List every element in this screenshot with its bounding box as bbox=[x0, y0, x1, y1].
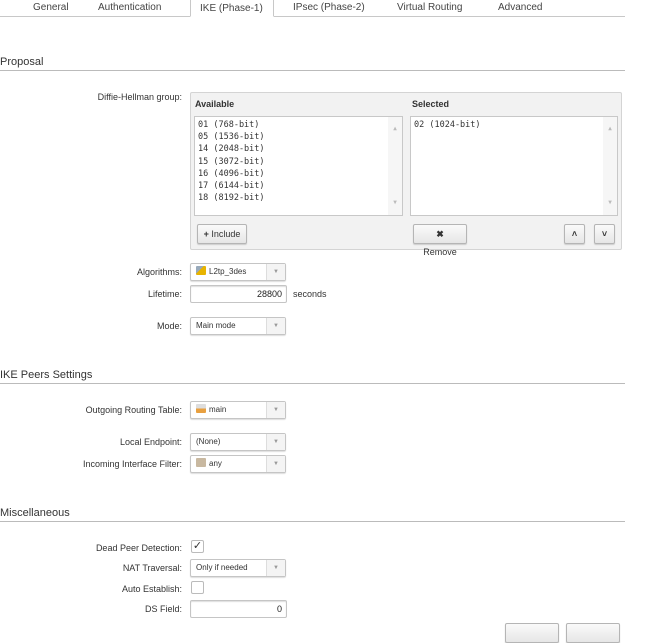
dh-option[interactable]: 01 (768-bit) bbox=[198, 119, 399, 131]
dh-option[interactable]: 15 (3072-bit) bbox=[198, 156, 399, 168]
local-endpoint-label: Local Endpoint: bbox=[119, 437, 182, 447]
tab-bar: General Authentication IKE (Phase-1) IPs… bbox=[0, 0, 625, 17]
algorithms-value: L2tp_3des bbox=[209, 267, 247, 276]
ds-field-input[interactable]: 0 bbox=[190, 600, 287, 618]
mode-label: Mode: bbox=[156, 321, 182, 331]
chevron-down-icon: ▼ bbox=[266, 264, 285, 280]
dpd-label: Dead Peer Detection: bbox=[95, 543, 182, 553]
dpd-checkbox[interactable]: ✓ bbox=[191, 540, 204, 553]
dh-option[interactable]: 02 (1024-bit) bbox=[414, 119, 614, 131]
remove-label: Remove bbox=[423, 247, 457, 257]
selected-scrollbar[interactable]: ▲ ▼ bbox=[603, 117, 617, 215]
dh-option[interactable]: 17 (6144-bit) bbox=[198, 180, 399, 192]
tab-ipsec-phase-2[interactable]: IPsec (Phase-2) bbox=[293, 2, 365, 14]
dh-option[interactable]: 18 (8192-bit) bbox=[198, 192, 399, 204]
selected-header: Selected bbox=[412, 99, 450, 109]
chevron-up-icon: ˄ bbox=[571, 229, 578, 239]
include-button[interactable]: + Include bbox=[197, 224, 247, 244]
auto-establish-checkbox[interactable] bbox=[191, 581, 204, 594]
mode-value: Main mode bbox=[196, 321, 236, 330]
chevron-down-icon: ▼ bbox=[266, 434, 285, 450]
remove-button[interactable]: ✖ Remove bbox=[413, 224, 467, 257]
lifetime-input[interactable]: 28800 bbox=[190, 285, 287, 303]
include-label: Include bbox=[211, 229, 241, 239]
chevron-down-icon: ▼ bbox=[266, 560, 285, 576]
dh-group-label: Diffie-Hellman group: bbox=[97, 92, 182, 102]
routing-table-label: Outgoing Routing Table: bbox=[85, 405, 182, 415]
section-ike-peers-title: IKE Peers Settings bbox=[0, 369, 625, 384]
dh-option[interactable]: 14 (2048-bit) bbox=[198, 143, 399, 155]
x-icon: ✖ bbox=[436, 229, 444, 239]
footer-button-2[interactable] bbox=[566, 623, 620, 643]
checkmark-icon: ✓ bbox=[192, 540, 203, 552]
interface-icon bbox=[196, 458, 206, 467]
chevron-down-icon: ▼ bbox=[266, 318, 285, 334]
chevron-down-icon: ▼ bbox=[266, 402, 285, 418]
tab-virtual-routing[interactable]: Virtual Routing bbox=[397, 2, 462, 14]
routing-table-select[interactable]: main ▼ bbox=[190, 401, 286, 419]
local-endpoint-select[interactable]: (None) ▼ bbox=[190, 433, 286, 451]
available-list[interactable]: 01 (768-bit) 05 (1536-bit) 14 (2048-bit) 15… bbox=[194, 116, 403, 216]
interface-filter-label: Incoming Interface Filter: bbox=[82, 459, 182, 469]
lifetime-label: Lifetime: bbox=[147, 289, 182, 299]
nat-traversal-label: NAT Traversal: bbox=[122, 563, 182, 573]
algorithms-label: Algorithms: bbox=[136, 267, 182, 277]
local-endpoint-value: (None) bbox=[196, 437, 221, 446]
chevron-down-icon: ˅ bbox=[601, 229, 608, 239]
available-header: Available bbox=[195, 99, 235, 109]
dh-option[interactable]: 05 (1536-bit) bbox=[198, 131, 399, 143]
interface-filter-value: any bbox=[209, 459, 222, 468]
plus-icon: + bbox=[203, 229, 209, 239]
section-proposal-title: Proposal bbox=[0, 56, 625, 71]
auto-establish-label: Auto Establish: bbox=[121, 584, 182, 594]
available-scrollbar[interactable]: ▲ ▼ bbox=[388, 117, 402, 215]
section-misc-title: Miscellaneous bbox=[0, 507, 625, 522]
footer-button-1[interactable] bbox=[505, 623, 559, 643]
tab-general[interactable]: General bbox=[33, 2, 69, 14]
selected-list[interactable]: 02 (1024-bit) ▲ ▼ bbox=[410, 116, 618, 216]
key-icon bbox=[196, 266, 206, 275]
ds-field-label: DS Field: bbox=[144, 604, 182, 614]
nat-traversal-select[interactable]: Only if needed ▼ bbox=[190, 559, 286, 577]
tab-authentication[interactable]: Authentication bbox=[98, 2, 161, 14]
tab-advanced[interactable]: Advanced bbox=[498, 2, 542, 14]
algorithms-select[interactable]: L2tp_3des ▼ bbox=[190, 263, 286, 281]
lifetime-unit: seconds bbox=[293, 289, 327, 299]
move-up-button[interactable]: ˄ bbox=[564, 224, 585, 244]
dh-option[interactable]: 16 (4096-bit) bbox=[198, 168, 399, 180]
tab-ike-phase-1[interactable]: IKE (Phase-1) bbox=[190, 0, 274, 17]
table-icon bbox=[196, 404, 206, 413]
routing-table-value: main bbox=[209, 405, 227, 414]
chevron-down-icon: ▼ bbox=[266, 456, 285, 472]
interface-filter-select[interactable]: any ▼ bbox=[190, 455, 286, 473]
nat-traversal-value: Only if needed bbox=[196, 563, 248, 572]
move-down-button[interactable]: ˅ bbox=[594, 224, 615, 244]
dh-group-picker: Available Selected 01 (768-bit) 05 (1536-… bbox=[190, 92, 622, 257]
mode-select[interactable]: Main mode ▼ bbox=[190, 317, 286, 335]
